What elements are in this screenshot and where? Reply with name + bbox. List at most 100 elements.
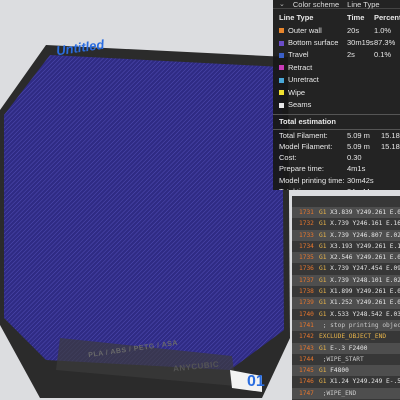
estimation-label: Cost: [279, 153, 297, 163]
color-swatch-icon [279, 90, 284, 96]
estimation-label: Prepare time: [279, 164, 325, 174]
gcode-line[interactable]: 1740 G1 X.533 Y248.542 E.03 [292, 309, 400, 320]
estimation-row: Prepare time: 4m1s [273, 163, 400, 174]
gcode-line[interactable]: 1735 G1 X2.546 Y249.261 E.0 [292, 252, 400, 264]
gcode-arguments: ; stop printing object Cu [322, 321, 400, 329]
legend-row[interactable]: Bottom surface 30m19s 87.3% [273, 36, 400, 48]
gcode-line[interactable]: 1744 ;WIPE_START [292, 354, 400, 365]
gcode-arguments: ;WIPE_END [319, 389, 357, 397]
estimation-row: Total time:34m44s [273, 186, 400, 190]
legend-row[interactable]: Retract [273, 61, 400, 73]
total-estimation-title: Total estimation [273, 113, 400, 130]
gcode-arguments: X2.546 Y249.261 E.0 [326, 254, 400, 262]
legend-item-label: Unretract [279, 75, 347, 84]
gcode-arguments: E-.3 F2400 [326, 344, 368, 352]
gcode-line[interactable]: 1734 G1 X3.193 Y249.261 E.1 [292, 241, 400, 252]
gcode-line-number: 1740 [299, 310, 314, 318]
gcode-line-number: 1738 [299, 288, 314, 296]
gcode-line[interactable]: 1743 G1 E-.3 F2400 [292, 342, 400, 354]
estimation-value: 30m42s [347, 175, 374, 185]
gcode-line[interactable]: 1741 ; stop printing object Cu [292, 319, 400, 332]
estimation-label: Model Filament: [279, 142, 333, 152]
legend-item-percent: 0.1% [374, 50, 392, 60]
gcode-line-number: 1739 [299, 299, 314, 307]
color-swatch-icon [279, 52, 284, 58]
estimation-label: Total time: [279, 187, 347, 190]
gcode-arguments: X.739 Y247.454 E.09 [326, 265, 400, 273]
color-swatch-icon [279, 65, 284, 71]
gcode-line-number: 1732 [299, 220, 314, 228]
legend-item-label: Travel [279, 50, 347, 59]
legend-row[interactable]: Seams [273, 98, 400, 110]
gcode-line[interactable]: 1747 ;WIPE_END [292, 387, 400, 400]
legend-item-label: Outer wall [279, 26, 347, 35]
gcode-arguments: X.533 Y248.542 E.03 [326, 310, 400, 318]
gcode-arguments: X1.252 Y249.261 E.0 [326, 299, 400, 307]
gcode-line[interactable]: 1732 G1 X.739 Y246.161 E.16 [292, 218, 400, 229]
color-swatch-icon [279, 102, 284, 108]
legend-item-time: 2s [347, 50, 355, 60]
gcode-line-number: 1742 [299, 333, 314, 341]
legend-item-label: Wipe [279, 88, 347, 97]
legend-row[interactable]: Wipe [273, 86, 400, 98]
legend-item-label: Seams [279, 100, 347, 109]
legend-col-percent: Percent [374, 12, 400, 22]
gcode-line-number: 1731 [299, 209, 314, 216]
legend-column-headers: Line Type Time Percent [273, 8, 400, 24]
legend-panel: ⌄ Color scheme Line Type Line Type Time … [273, 0, 400, 190]
estimation-value: 4m1s [347, 164, 366, 174]
gcode-line-number: 1735 [299, 254, 314, 262]
gcode-arguments: X.739 Y246.161 E.16 [326, 220, 400, 228]
gcode-line-number: 1744 [299, 355, 314, 363]
gcode-blank-line [292, 196, 400, 207]
legend-header: ⌄ Color scheme Line Type [273, 0, 400, 9]
estimation-value: 34m44s [347, 187, 381, 190]
estimation-row: Cost: 0.30 [273, 152, 400, 163]
color-swatch-icon [279, 28, 284, 34]
legend-item-label: Retract [279, 63, 347, 72]
gcode-line[interactable]: 1737 G1 X.739 Y248.101 E.02 [292, 274, 400, 287]
gcode-line-number: 1746 [299, 378, 314, 386]
color-scheme-label: Color scheme [292, 0, 340, 9]
gcode-line[interactable]: 1736 G1 X.739 Y247.454 E.09 [292, 263, 400, 274]
legend-item-percent: 1.0% [374, 25, 392, 35]
gcode-panel[interactable]: 1731 G1 X3.839 Y249.261 E.02 1732 G1 X.739 … [292, 196, 400, 400]
gcode-line[interactable]: 1746 G1 X1.24 Y249.249 E-.5 [292, 376, 400, 387]
chevron-down-icon[interactable]: ⌄ [279, 0, 285, 8]
gcode-line[interactable]: 1731 G1 X3.839 Y249.261 E.02 [292, 207, 400, 219]
estimation-row: Total Filament: 5.09 m 15.18 [273, 130, 400, 141]
gcode-arguments: X.739 Y246.807 E.02 [326, 231, 400, 239]
estimation-label: Total Filament: [279, 130, 328, 140]
printed-layer [4, 55, 284, 370]
gcode-arguments: X1.899 Y249.261 E.0 [326, 288, 400, 296]
gcode-line-number: 1747 [299, 389, 314, 397]
gcode-arguments: X3.839 Y249.261 E.02 [326, 209, 400, 216]
gcode-arguments: X.739 Y248.101 E.02 [326, 276, 400, 284]
estimation-label: Model printing time: [279, 175, 345, 185]
gcode-line-number: 1741 [299, 321, 314, 329]
legend-row[interactable]: Outer wall 20s 1.0% [273, 24, 400, 36]
gcode-line[interactable]: 1742 EXCLUDE_OBJECT_END [292, 331, 400, 342]
gcode-line[interactable]: 1738 G1 X1.899 Y249.261 E.0 [292, 286, 400, 297]
gcode-line-number: 1745 [299, 367, 314, 375]
color-swatch-icon [279, 40, 284, 46]
estimation-value: 5.09 m [347, 130, 370, 140]
legend-item-label: Bottom surface [279, 38, 347, 47]
legend-row[interactable]: Unretract [273, 74, 400, 86]
line-type-dropdown[interactable]: Line Type [347, 0, 379, 9]
gcode-arguments: X3.193 Y249.261 E.1 [326, 242, 400, 250]
estimation-row: Model Filament: 5.09 m 15.18 [273, 141, 400, 152]
gcode-line[interactable]: 1745 G1 F4800 [292, 365, 400, 377]
legend-item-time: 20s [347, 25, 360, 35]
gcode-line-number: 1737 [299, 276, 314, 284]
gcode-arguments: F4800 [326, 367, 349, 375]
legend-col-time: Time [347, 12, 365, 22]
estimation-value: 0.30 [347, 153, 362, 163]
estimation-value-secondary: 15.18 [381, 142, 400, 152]
gcode-line[interactable]: 1739 G1 X1.252 Y249.261 E.0 [292, 297, 400, 309]
gcode-line[interactable]: 1733 G1 X.739 Y246.807 E.02 [292, 229, 400, 241]
legend-row[interactable]: Travel 2s 0.1% [273, 49, 400, 61]
color-swatch-icon [279, 77, 284, 83]
legend-item-percent: 87.3% [374, 38, 396, 48]
gcode-arguments: X1.24 Y249.249 E-.5 [326, 378, 400, 386]
